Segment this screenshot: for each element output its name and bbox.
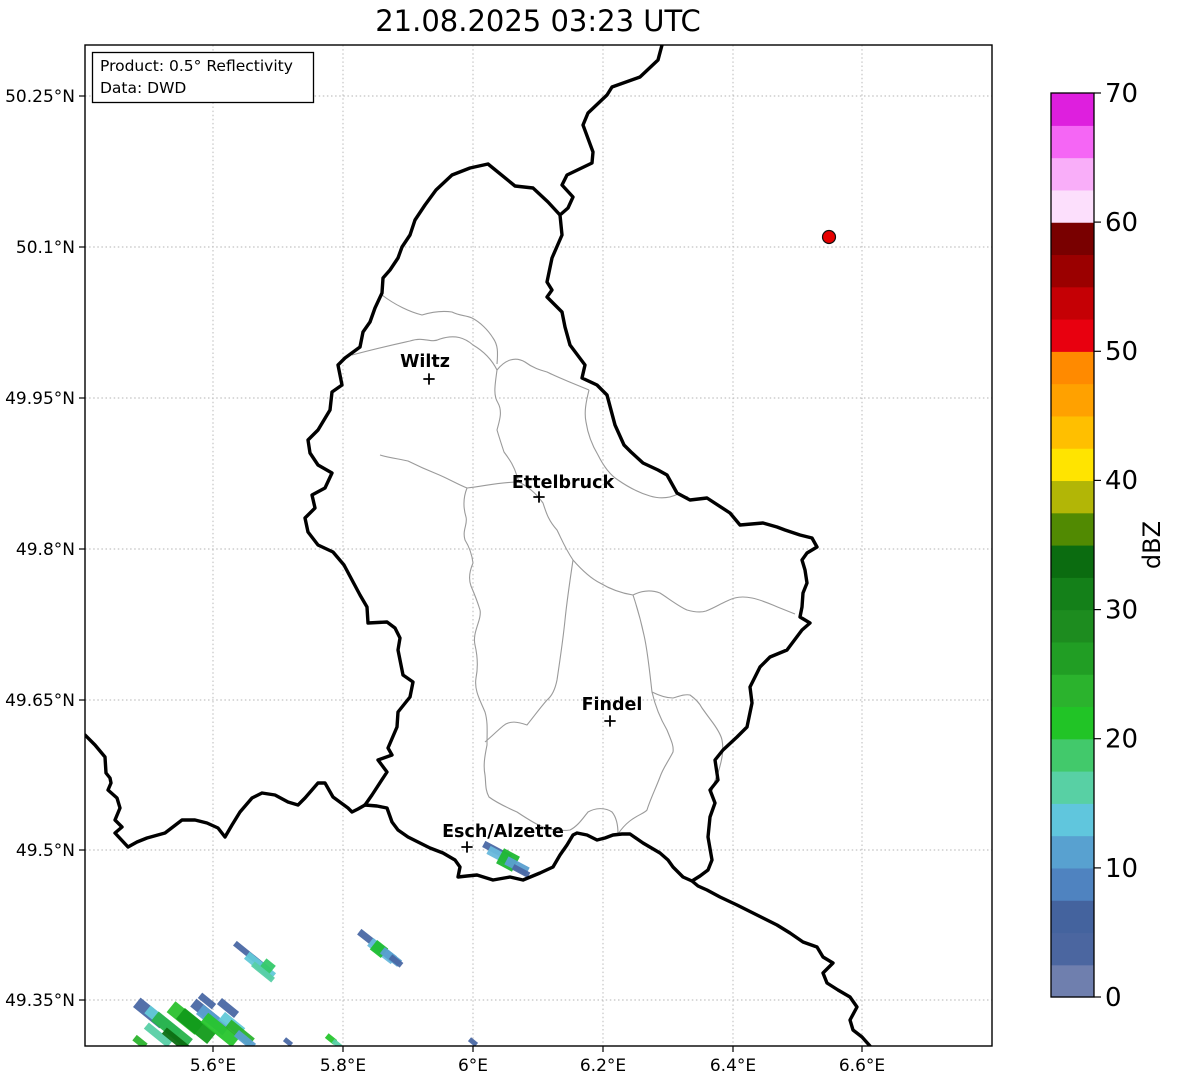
colorbar-segment	[1051, 319, 1094, 352]
colorbar-segment	[1051, 189, 1094, 223]
info-data-source: Data: DWD	[100, 79, 186, 97]
colorbar-segment	[1051, 93, 1094, 126]
radar-figure: 21.08.2025 03:23 UTC Wiltz Ettelbruck Fi…	[5, 4, 1166, 1076]
lat-tick: 49.5°N	[16, 841, 75, 861]
colorbar-tick: 20	[1105, 725, 1138, 755]
lat-tick-labels: 50.25°N 50.1°N 49.95°N 49.8°N 49.65°N 49…	[5, 87, 75, 1011]
city-label: Ettelbruck	[512, 473, 615, 493]
city-label: Esch/Alzette	[442, 822, 564, 842]
lat-tick: 49.35°N	[5, 991, 75, 1011]
info-box: Product: 0.5° Reflectivity Data: DWD	[91, 51, 315, 104]
radar-site-dot	[821, 229, 837, 245]
lon-tick: 6.4°E	[710, 1056, 756, 1076]
colorbar-segment	[1051, 254, 1094, 288]
colorbar-tick-labels: 70 60 50 40 30 20 10 0	[1105, 79, 1138, 1013]
lon-tick: 5.8°E	[320, 1056, 366, 1076]
colorbar-tick: 10	[1105, 854, 1138, 884]
city-label: Findel	[582, 695, 643, 715]
lat-tick: 49.8°N	[16, 540, 75, 560]
colorbar-segment	[1051, 480, 1094, 514]
colorbar-segment	[1051, 545, 1094, 578]
colorbar-segment	[1051, 771, 1094, 804]
colorbar-tick: 40	[1105, 466, 1138, 496]
colorbar-segment	[1051, 448, 1094, 482]
lat-tick: 49.95°N	[5, 389, 75, 409]
colorbar-segment	[1051, 706, 1094, 740]
lon-tick: 6.6°E	[839, 1056, 885, 1076]
lon-tick-labels: 5.6°E 5.8°E 6°E 6.2°E 6.4°E 6.6°E	[190, 1056, 885, 1076]
colorbar-segment	[1051, 157, 1094, 191]
lat-tick: 50.1°N	[16, 238, 75, 258]
colorbar-segments	[1051, 93, 1094, 998]
colorbar-segment	[1051, 738, 1094, 772]
lat-tick: 50.25°N	[5, 87, 75, 107]
lon-tick: 5.6°E	[190, 1056, 236, 1076]
colorbar-segment	[1051, 609, 1094, 643]
colorbar-segment	[1051, 125, 1094, 159]
colorbar-segment	[1051, 577, 1094, 611]
figure-title: 21.08.2025 03:23 UTC	[375, 4, 701, 38]
lon-tick: 6.2°E	[580, 1056, 626, 1076]
colorbar-segment	[1051, 222, 1094, 256]
colorbar-segment	[1051, 383, 1094, 417]
colorbar-tick: 0	[1105, 983, 1122, 1013]
colorbar-segment	[1051, 900, 1094, 934]
colorbar-segment	[1051, 674, 1094, 708]
colorbar-segment	[1051, 415, 1094, 449]
colorbar-segment	[1051, 803, 1094, 837]
colorbar-tick: 50	[1105, 337, 1138, 367]
colorbar-segment	[1051, 964, 1094, 998]
colorbar-tick: 70	[1105, 79, 1138, 109]
colorbar-segment	[1051, 641, 1094, 675]
colorbar-segment	[1051, 286, 1094, 320]
colorbar-segment	[1051, 835, 1094, 869]
colorbar-axis-label: dBZ	[1138, 521, 1166, 569]
colorbar-tick: 30	[1105, 596, 1138, 626]
lon-tick: 6°E	[458, 1056, 488, 1076]
colorbar-tick: 60	[1105, 208, 1138, 238]
colorbar-segment	[1051, 932, 1094, 966]
colorbar-segment	[1051, 867, 1094, 901]
info-product: Product: 0.5° Reflectivity	[100, 57, 293, 75]
lat-tick: 49.65°N	[5, 691, 75, 711]
colorbar-segment	[1051, 512, 1094, 546]
city-label: Wiltz	[400, 352, 450, 372]
colorbar-ticks	[1094, 92, 1101, 998]
colorbar-segment	[1051, 351, 1094, 385]
radar-map-page: 21.08.2025 03:23 UTC Wiltz Ettelbruck Fi…	[0, 0, 1184, 1081]
